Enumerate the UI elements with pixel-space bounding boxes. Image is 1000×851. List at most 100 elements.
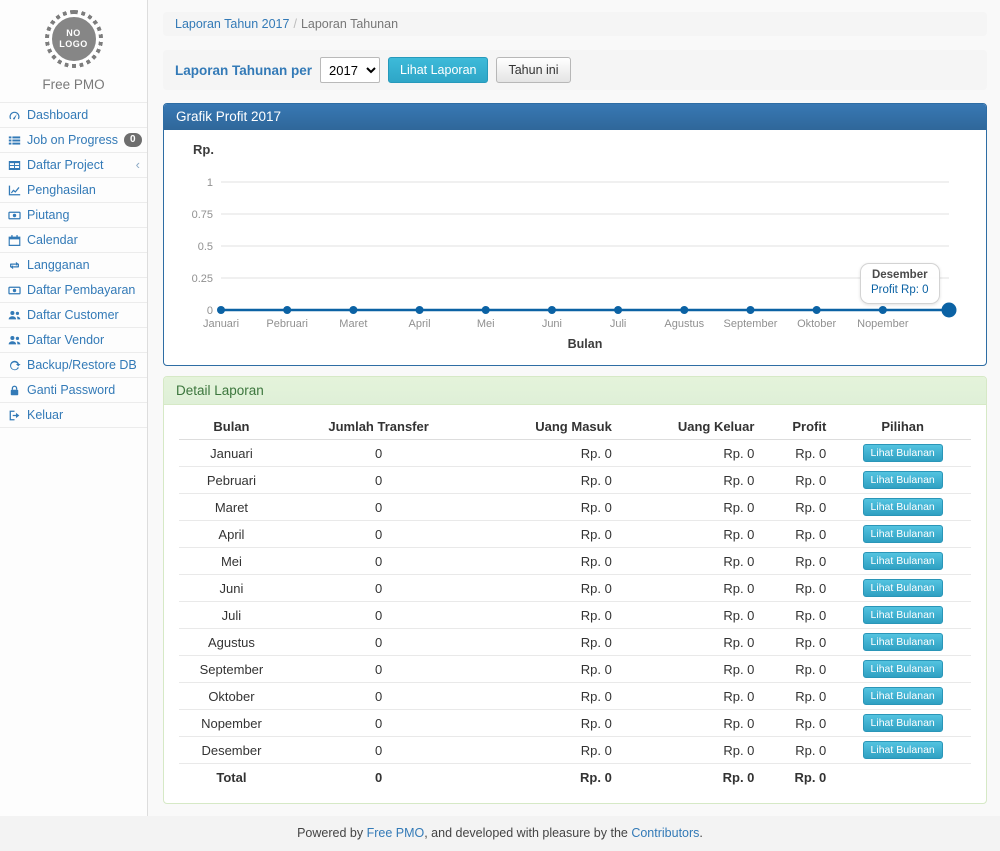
- x-tick-label: Nopember: [857, 318, 909, 330]
- total-row: Total0Rp. 0Rp. 0Rp. 0: [179, 764, 971, 790]
- sidebar-item-label: Penghasilan: [27, 182, 96, 198]
- cell-jumlah-transfer: 0: [284, 710, 473, 737]
- cell-bulan: Nopember: [179, 710, 284, 737]
- cell-uang-masuk: Rp. 0: [473, 764, 620, 790]
- chart-point[interactable]: [746, 306, 754, 314]
- chart-point[interactable]: [217, 306, 225, 314]
- sidebar-item-daftar-vendor[interactable]: Daftar Vendor: [0, 328, 147, 353]
- y-tick-label: 0.5: [198, 241, 213, 253]
- chart-point[interactable]: [416, 306, 424, 314]
- sidebar-item-dashboard[interactable]: Dashboard: [0, 103, 147, 128]
- cell-pilihan: Lihat Bulanan: [834, 440, 971, 467]
- sidebar-item-langganan[interactable]: Langganan: [0, 253, 147, 278]
- cell-bulan: Pebruari: [179, 467, 284, 494]
- chart-point[interactable]: [548, 306, 556, 314]
- chart-point[interactable]: [349, 306, 357, 314]
- lihat-bulanan-button[interactable]: Lihat Bulanan: [863, 633, 943, 651]
- cell-uang-keluar: Rp. 0: [620, 548, 763, 575]
- lihat-bulanan-button[interactable]: Lihat Bulanan: [863, 579, 943, 597]
- table-row: Mei0Rp. 0Rp. 0Rp. 0Lihat Bulanan: [179, 548, 971, 575]
- x-tick-label: Oktober: [797, 318, 836, 330]
- cell-uang-keluar: Rp. 0: [620, 521, 763, 548]
- lihat-bulanan-button[interactable]: Lihat Bulanan: [863, 444, 943, 462]
- sidebar-item-calendar[interactable]: Calendar: [0, 228, 147, 253]
- lihat-bulanan-button[interactable]: Lihat Bulanan: [863, 687, 943, 705]
- contributors-link[interactable]: Contributors: [631, 826, 699, 840]
- breadcrumb-link[interactable]: Laporan Tahun 2017: [175, 17, 289, 31]
- cell-uang-keluar: Rp. 0: [620, 602, 763, 629]
- chart-body: Rp.00.250.50.751JanuariPebruariMaretApri…: [164, 130, 986, 365]
- column-header-jumlah-transfer: Jumlah Transfer: [284, 414, 473, 440]
- cell-uang-keluar: Rp. 0: [620, 494, 763, 521]
- chart-point[interactable]: [283, 306, 291, 314]
- x-tick-label: Januari: [203, 318, 239, 330]
- sidebar-item-label: Langganan: [27, 257, 90, 273]
- chart-point[interactable]: [942, 303, 957, 318]
- chart-point[interactable]: [614, 306, 622, 314]
- lihat-laporan-button[interactable]: Lihat Laporan: [388, 57, 488, 83]
- sidebar-item-penghasilan[interactable]: Penghasilan: [0, 178, 147, 203]
- no-logo-badge-icon: NO LOGO: [45, 10, 103, 68]
- brand-name: Free PMO: [0, 77, 147, 92]
- logo: NO LOGO Free PMO: [0, 0, 147, 92]
- x-tick-label: Maret: [339, 318, 367, 330]
- sidebar-item-ganti-password[interactable]: Ganti Password: [0, 378, 147, 403]
- sidebar-item-daftar-pembayaran[interactable]: Daftar Pembayaran: [0, 278, 147, 303]
- cell-uang-masuk: Rp. 0: [473, 440, 620, 467]
- cell-jumlah-transfer: 0: [284, 737, 473, 764]
- cell-bulan: Juni: [179, 575, 284, 602]
- lihat-bulanan-button[interactable]: Lihat Bulanan: [863, 498, 943, 516]
- sidebar-item-piutang[interactable]: Piutang: [0, 203, 147, 228]
- table-row: Juli0Rp. 0Rp. 0Rp. 0Lihat Bulanan: [179, 602, 971, 629]
- chart-point[interactable]: [482, 306, 490, 314]
- cell-profit: Rp. 0: [762, 548, 834, 575]
- lihat-bulanan-button[interactable]: Lihat Bulanan: [863, 471, 943, 489]
- year-select[interactable]: 2017: [320, 57, 380, 83]
- sidebar-item-keluar[interactable]: Keluar: [0, 403, 147, 428]
- sidebar-item-daftar-project[interactable]: Daftar Project‹: [0, 153, 147, 178]
- users-icon: [7, 308, 21, 322]
- lihat-bulanan-button[interactable]: Lihat Bulanan: [863, 741, 943, 759]
- cell-pilihan: Lihat Bulanan: [834, 467, 971, 494]
- breadcrumb-separator: /: [293, 17, 296, 31]
- table-row: Desember0Rp. 0Rp. 0Rp. 0Lihat Bulanan: [179, 737, 971, 764]
- sidebar-item-daftar-customer[interactable]: Daftar Customer: [0, 303, 147, 328]
- column-header-pilihan: Pilihan: [834, 414, 971, 440]
- cell-pilihan: Lihat Bulanan: [834, 521, 971, 548]
- table-row: Pebruari0Rp. 0Rp. 0Rp. 0Lihat Bulanan: [179, 467, 971, 494]
- chart-point[interactable]: [680, 306, 688, 314]
- y-tick-label: 0.25: [192, 273, 213, 285]
- cell-bulan: Januari: [179, 440, 284, 467]
- lihat-bulanan-button[interactable]: Lihat Bulanan: [863, 552, 943, 570]
- x-tick-label: Pebruari: [266, 318, 308, 330]
- x-tick-label: Juli: [610, 318, 627, 330]
- sidebar-item-job-on-progress[interactable]: Job on Progress0: [0, 128, 147, 153]
- x-tick-label: September: [724, 318, 778, 330]
- cell-bulan: Mei: [179, 548, 284, 575]
- tahun-ini-button[interactable]: Tahun ini: [496, 57, 570, 83]
- x-tick-label: Agustus: [664, 318, 704, 330]
- cell-profit: Rp. 0: [762, 710, 834, 737]
- cell-uang-masuk: Rp. 0: [473, 494, 620, 521]
- lihat-bulanan-button[interactable]: Lihat Bulanan: [863, 660, 943, 678]
- year-filter-bar: Laporan Tahunan per 2017 Lihat Laporan T…: [163, 50, 987, 90]
- sidebar-menu: DashboardJob on Progress0Daftar Project‹…: [0, 102, 147, 428]
- free-pmo-link[interactable]: Free PMO: [367, 826, 425, 840]
- cell-uang-keluar: Rp. 0: [620, 575, 763, 602]
- chart-point[interactable]: [879, 306, 887, 314]
- x-tick-label: Mei: [477, 318, 495, 330]
- chart-point[interactable]: [813, 306, 821, 314]
- report-table: BulanJumlah TransferUang MasukUang Kelua…: [179, 414, 971, 789]
- y-tick-label: 1: [207, 177, 213, 189]
- table-row: Agustus0Rp. 0Rp. 0Rp. 0Lihat Bulanan: [179, 629, 971, 656]
- sidebar-item-backup-restore-db[interactable]: Backup/Restore DB: [0, 353, 147, 378]
- lihat-bulanan-button[interactable]: Lihat Bulanan: [863, 606, 943, 624]
- lihat-bulanan-button[interactable]: Lihat Bulanan: [863, 525, 943, 543]
- y-axis-title: Rp.: [193, 142, 214, 157]
- lihat-bulanan-button[interactable]: Lihat Bulanan: [863, 714, 943, 732]
- lock-icon: [7, 383, 21, 397]
- sidebar-item-label: Backup/Restore DB: [27, 357, 137, 373]
- cell-bulan: Total: [179, 764, 284, 790]
- chevron-left-icon: ‹: [136, 159, 140, 171]
- cell-bulan: Oktober: [179, 683, 284, 710]
